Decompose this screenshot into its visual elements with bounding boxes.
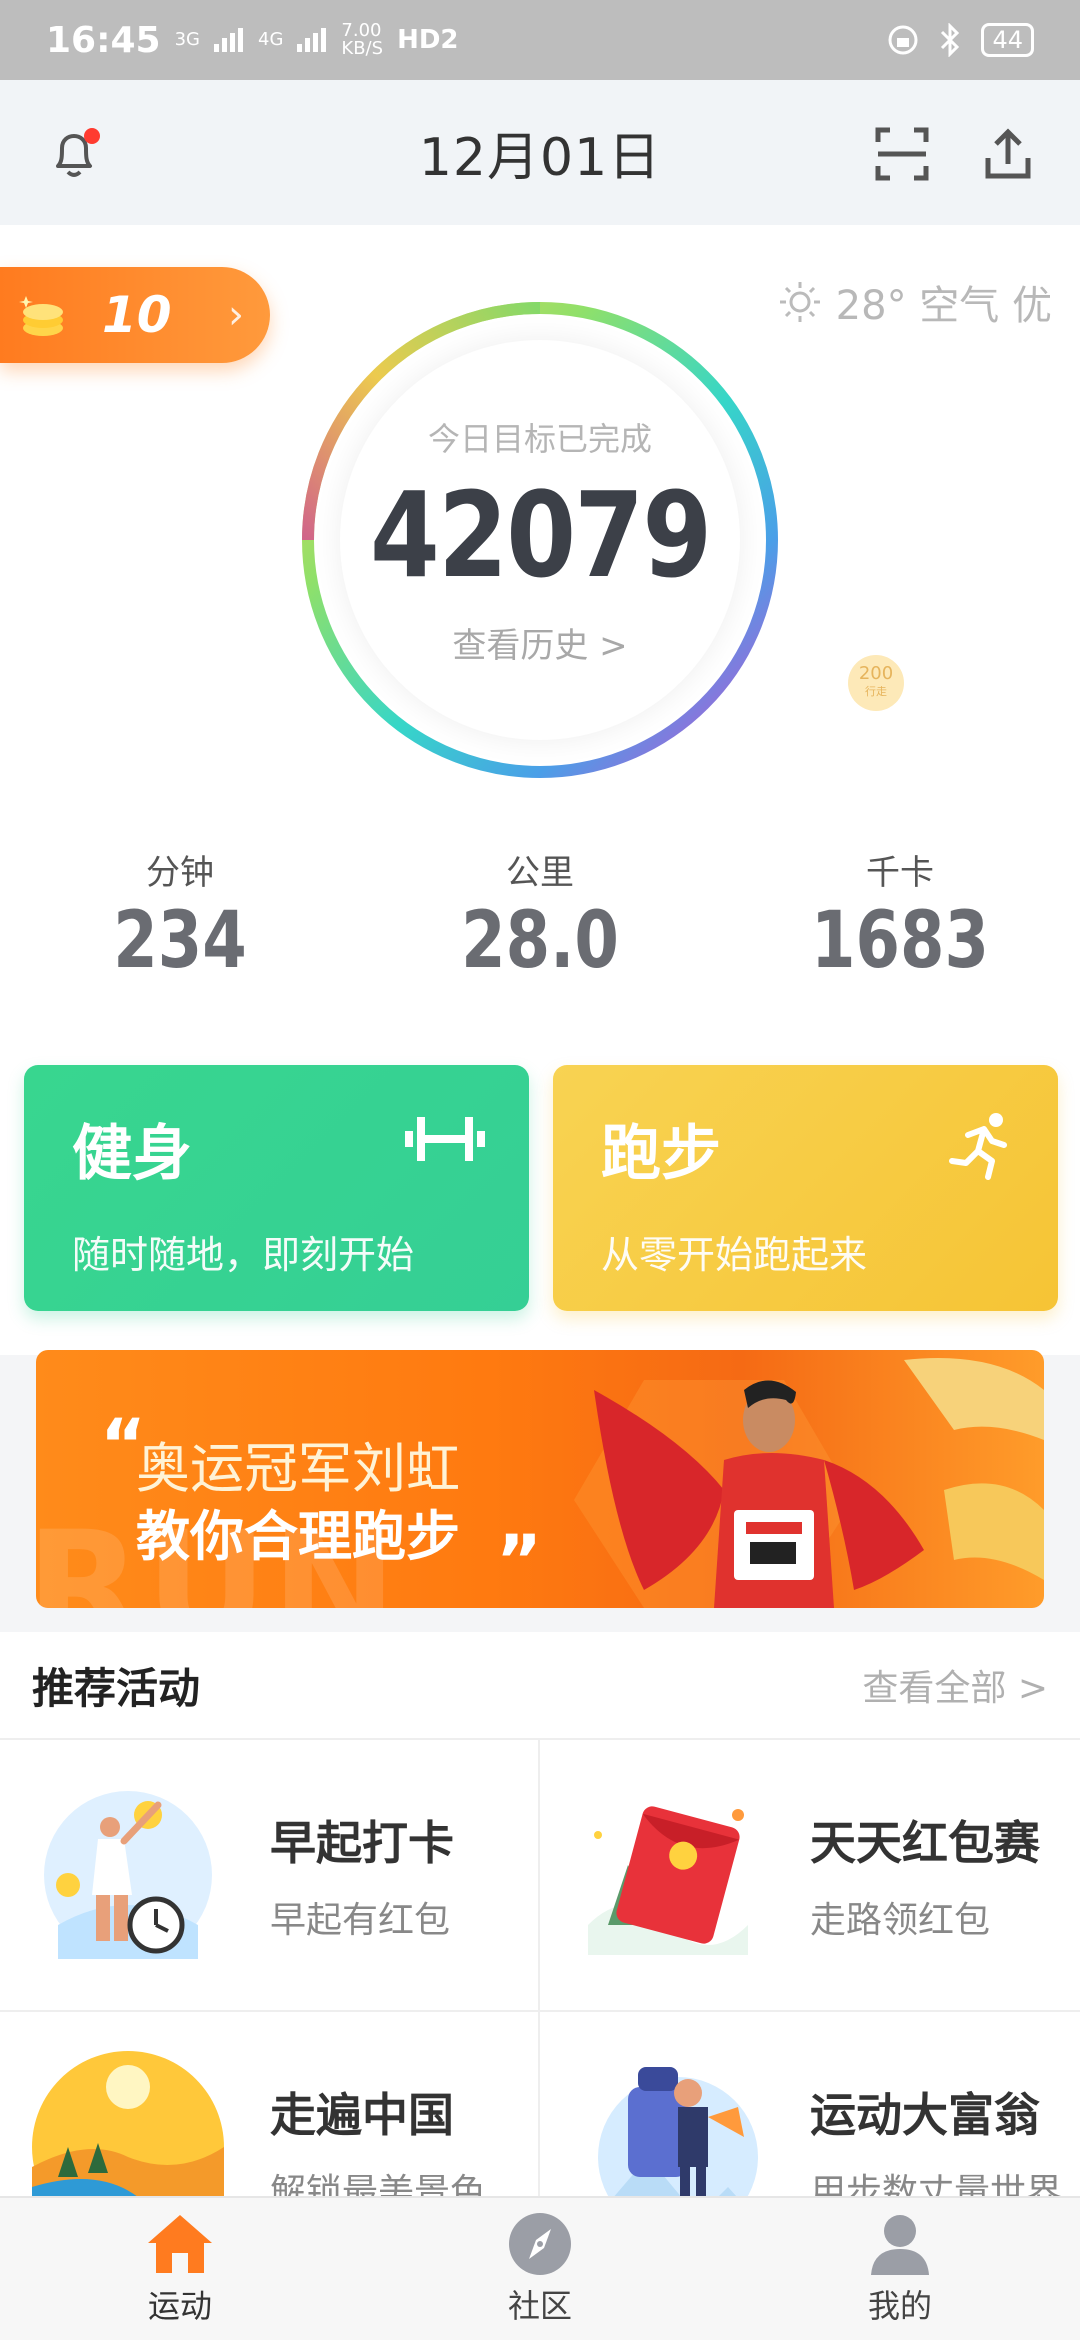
profile-icon [871, 2215, 929, 2275]
stat-label: 千卡 [866, 853, 934, 893]
coin-count: 10 [102, 286, 172, 344]
tab-label: 运动 [147, 2287, 212, 2325]
lock-rotation-icon [888, 25, 918, 55]
bubble-value: 200 [858, 663, 894, 684]
chevron-right-icon: › [228, 292, 244, 338]
tab-label: 社区 [507, 2287, 572, 2325]
card-subtitle: 随时随地，即刻开始 [72, 1233, 415, 1277]
tab-sport[interactable]: 运动 [0, 2198, 360, 2340]
compass-icon [509, 2213, 571, 2275]
activity-name: 早起打卡 [270, 1816, 454, 1870]
stat-distance: 公里 28.0 [360, 845, 720, 986]
activity-item[interactable]: 天天红包赛 走路领红包 [540, 1740, 1080, 2012]
home-icon [148, 2215, 212, 2273]
bell-icon[interactable] [44, 124, 104, 184]
quote-close: ” [496, 1520, 543, 1602]
scan-icon[interactable] [872, 124, 932, 184]
weather-text: 28° 空气 优 [835, 283, 1052, 329]
athlete-photo [574, 1358, 1044, 1608]
network-4g-label: 4G [258, 29, 284, 50]
stat-label: 分钟 [146, 853, 214, 893]
date-title: 12月01日 [418, 128, 662, 188]
ring-center: 今日目标已完成 42079 查看历史 > [340, 340, 740, 740]
dashboard: 10 › 28° 空气 优 今日目标已完成 42079 查看历史 > 200 行… [0, 225, 1080, 1355]
morning-alarm-art [44, 1791, 212, 1959]
activity-desc: 早起有红包 [270, 1900, 451, 1941]
signal-icon-2 [297, 28, 327, 52]
recommended-section: 推荐活动 查看全部 > 早起打卡 早起有红包 天天红包赛 走路领红包 走遍中国 … [0, 1632, 1080, 2284]
step-ring[interactable]: 今日目标已完成 42079 查看历史 > [295, 295, 785, 785]
hd-badge: HD2 [397, 25, 459, 55]
stat-value: 1683 [810, 896, 990, 986]
battery-indicator: 44 [981, 23, 1034, 57]
running-card[interactable]: 跑步 从零开始跑起来 [553, 1065, 1058, 1311]
workout-cards: 健身 随时随地，即刻开始 跑步 从零开始跑起来 [24, 1065, 1058, 1311]
tab-profile[interactable]: 我的 [720, 2198, 1080, 2340]
stat-value: 28.0 [461, 896, 619, 986]
top-header: 12月01日 [0, 80, 1080, 225]
banner-line2: 教你合理跑步 [136, 1505, 460, 1568]
network-speed: 7.00 KB/S [341, 20, 384, 59]
coin-balance-button[interactable]: 10 › [0, 267, 270, 363]
runner-icon [949, 1113, 1007, 1180]
promo-banner[interactable]: RUN “ 奥运冠军刘虹 教你合理跑步 ” [36, 1350, 1044, 1608]
stat-value: 234 [113, 896, 247, 986]
activity-name: 运动大富翁 [810, 2088, 1040, 2142]
dumbbell-icon [405, 1117, 485, 1161]
status-bar: 16:45 3G 4G 7.00 KB/S HD2 44 [0, 0, 1080, 80]
step-bubble[interactable]: 200 行走 [848, 655, 904, 711]
stats-row: 分钟 234 公里 28.0 千卡 1683 [0, 845, 1080, 986]
stat-minutes: 分钟 234 [0, 845, 360, 986]
stat-calories: 千卡 1683 [720, 845, 1080, 986]
fitness-card[interactable]: 健身 随时随地，即刻开始 [24, 1065, 529, 1311]
bluetooth-icon [941, 23, 960, 57]
status-time: 16:45 [46, 19, 161, 61]
red-envelope-art [588, 1806, 748, 1955]
tab-label: 我的 [867, 2287, 932, 2325]
view-all-link[interactable]: 查看全部 > [862, 1659, 1048, 1711]
activity-desc: 走路领红包 [810, 1900, 991, 1941]
goal-text: 今日目标已完成 [427, 419, 652, 458]
bottom-tab-bar: 运动 社区 我的 [0, 2196, 1080, 2340]
network-3g-label: 3G [174, 29, 200, 50]
bubble-label: 行走 [865, 685, 887, 698]
activity-name: 走遍中国 [270, 2088, 454, 2142]
coins-icon [19, 296, 63, 336]
tab-community[interactable]: 社区 [360, 2198, 720, 2340]
section-header: 推荐活动 查看全部 > [0, 1632, 1080, 1740]
history-link[interactable]: 查看历史 > [452, 618, 627, 667]
share-icon[interactable] [978, 124, 1038, 184]
weather-info: 28° 空气 优 [778, 273, 1052, 331]
signal-icon [214, 28, 243, 52]
activity-item[interactable]: 早起打卡 早起有红包 [0, 1740, 540, 2012]
card-subtitle: 从零开始跑起来 [601, 1233, 868, 1277]
section-title: 推荐活动 [32, 1663, 201, 1713]
stat-label: 公里 [506, 853, 574, 893]
step-count: 42079 [369, 465, 712, 604]
activity-name: 天天红包赛 [810, 1816, 1040, 1870]
